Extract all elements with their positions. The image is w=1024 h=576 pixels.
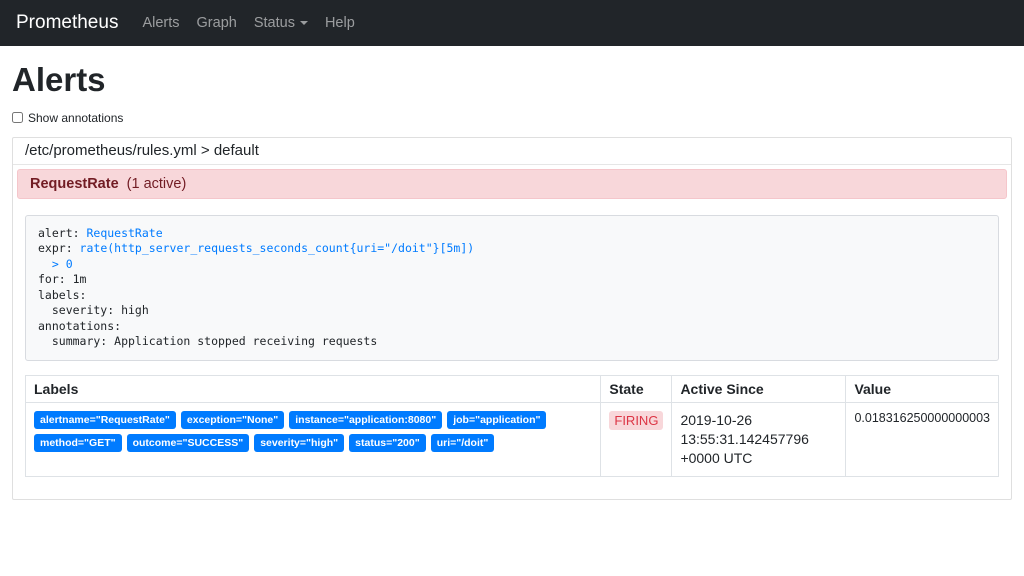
code-line: for: 1m: [38, 272, 986, 288]
alert-active-count: (1 active): [127, 176, 187, 192]
expression-link[interactable]: > 0: [52, 257, 73, 271]
show-annotations-control[interactable]: Show annotations: [12, 111, 123, 125]
code-text: [38, 257, 52, 271]
code-text: labels:: [38, 288, 86, 302]
nav-item-help[interactable]: Help: [325, 15, 355, 31]
label-badge: method="GET": [34, 434, 122, 452]
label-badge: severity="high": [254, 434, 344, 452]
label-badge: instance="application:8080": [289, 411, 442, 429]
code-line: labels:: [38, 288, 986, 304]
nav-item-status[interactable]: Status: [254, 15, 308, 31]
rule-code: alert: RequestRateexpr: rate(http_server…: [25, 215, 999, 361]
show-annotations-label: Show annotations: [28, 111, 123, 125]
alert-details: alert: RequestRateexpr: rate(http_server…: [13, 203, 1011, 499]
label-badge: outcome="SUCCESS": [127, 434, 250, 452]
nav-item-graph[interactable]: Graph: [197, 15, 237, 31]
navbar: Prometheus Alerts Graph Status Help: [0, 0, 1024, 46]
column-header-value: Value: [846, 375, 999, 402]
code-line: > 0: [38, 257, 986, 273]
expression-link[interactable]: rate(http_server_requests_seconds_count{…: [80, 241, 475, 255]
navbar-items: Alerts Graph Status Help: [142, 15, 371, 31]
code-text: for: 1m: [38, 272, 86, 286]
state-badge: FIRING: [609, 411, 663, 430]
column-header-labels: Labels: [26, 375, 601, 402]
table-row: alertname="RequestRate" exception="None" i…: [26, 402, 999, 476]
value-cell: 0.018316250000000003: [846, 402, 999, 476]
nav-item-alerts[interactable]: Alerts: [142, 15, 179, 31]
label-badge: exception="None": [181, 411, 284, 429]
code-line: expr: rate(http_server_requests_seconds_…: [38, 241, 986, 257]
label-badge: status="200": [349, 434, 426, 452]
table-header-row: LabelsStateActive SinceValue: [26, 375, 999, 402]
active-since-cell: 2019-10-26 13:55:31.142457796 +0000 UTC: [672, 402, 846, 476]
rule-group-panel: /etc/prometheus/rules.yml > default Requ…: [12, 137, 1012, 500]
code-line: severity: high: [38, 303, 986, 319]
page-title: Alerts: [12, 61, 1012, 99]
code-text: severity: high: [38, 303, 149, 317]
label-badges: alertname="RequestRate" exception="None" i…: [34, 411, 592, 452]
label-badge: uri="/doit": [431, 434, 495, 452]
labels-cell: alertname="RequestRate" exception="None" i…: [26, 402, 601, 476]
code-text: alert:: [38, 226, 86, 240]
chevron-down-icon: [300, 21, 308, 25]
rule-file-header: /etc/prometheus/rules.yml > default: [13, 138, 1011, 165]
code-line: alert: RequestRate: [38, 226, 986, 242]
code-line: annotations:: [38, 319, 986, 335]
label-badge: job="application": [447, 411, 546, 429]
label-badge: alertname="RequestRate": [34, 411, 176, 429]
code-text: annotations:: [38, 319, 121, 333]
alert-name: RequestRate: [30, 176, 119, 192]
column-header-state: State: [601, 375, 672, 402]
show-annotations-checkbox[interactable]: [12, 112, 23, 123]
code-text: summary: Application stopped receiving r…: [38, 334, 377, 348]
expression-link[interactable]: RequestRate: [86, 226, 162, 240]
column-header-active-since: Active Since: [672, 375, 846, 402]
alerts-page: Alerts Show annotations /etc/prometheus/…: [0, 61, 1024, 500]
alerts-table: LabelsStateActive SinceValue alertname="…: [25, 375, 999, 477]
code-line: summary: Application stopped receiving r…: [38, 334, 986, 350]
navbar-brand[interactable]: Prometheus: [16, 12, 118, 34]
alert-toggle[interactable]: RequestRate (1 active): [17, 169, 1007, 199]
code-text: expr:: [38, 241, 80, 255]
state-cell: FIRING: [601, 402, 672, 476]
